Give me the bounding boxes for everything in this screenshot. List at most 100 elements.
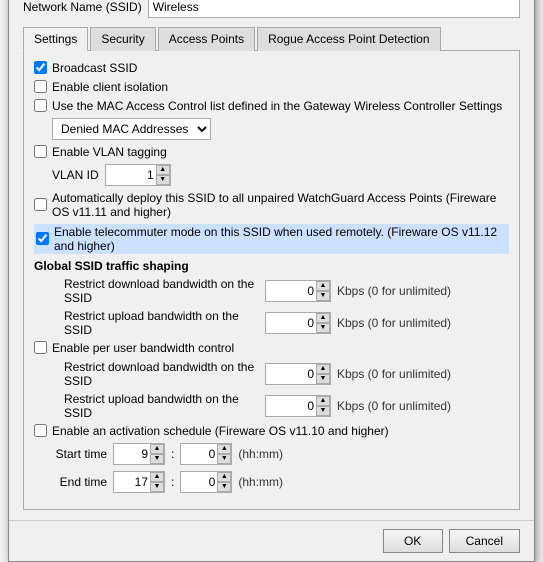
start-min-down-btn[interactable]: ▼ [217,454,231,464]
dialog-body: Network Name (SSID) Settings Security Ac… [9,0,534,520]
user-download-label: Restrict download bandwidth on the SSID [64,360,259,388]
user-upload-input[interactable] [266,396,316,416]
end-time-row: End time ▲ ▼ : ▲ ▼ (hh:mm) [52,471,509,493]
user-upload-btns: ▲ ▼ [316,396,330,416]
user-upload-spinner: ▲ ▼ [265,395,331,417]
user-download-down-btn[interactable]: ▼ [316,374,330,384]
vlan-id-row: VLAN ID ▲ ▼ [52,164,509,186]
user-upload-unit: Kbps (0 for unlimited) [337,399,451,413]
vlan-id-label: VLAN ID [52,168,99,182]
tab-security[interactable]: Security [90,27,155,51]
start-hour-up-btn[interactable]: ▲ [150,444,164,454]
auto-deploy-label: Automatically deploy this SSID to all un… [52,191,509,219]
telecommuter-label: Enable telecommuter mode on this SSID wh… [54,225,507,253]
vlan-spinner: ▲ ▼ [105,164,171,186]
ok-button[interactable]: OK [383,529,443,553]
vlan-spinner-btns: ▲ ▼ [156,165,170,185]
vlan-up-btn[interactable]: ▲ [156,165,170,175]
global-upload-row: Restrict upload bandwidth on the SSID ▲ … [64,309,509,337]
start-time-label: Start time [52,447,107,461]
end-time-label: End time [52,475,107,489]
network-name-label: Network Name (SSID) [23,0,142,14]
mac-access-row: Use the MAC Access Control list defined … [34,99,509,113]
start-hour-down-btn[interactable]: ▼ [150,454,164,464]
user-upload-down-btn[interactable]: ▼ [316,406,330,416]
start-min-up-btn[interactable]: ▲ [217,444,231,454]
start-min-btns: ▲ ▼ [217,444,231,464]
broadcast-ssid-row: Broadcast SSID [34,61,509,75]
broadcast-ssid-checkbox[interactable] [34,61,47,74]
end-min-input[interactable] [181,472,217,492]
global-upload-spinner: ▲ ▼ [265,312,331,334]
client-isolation-checkbox[interactable] [34,80,47,93]
global-upload-up-btn[interactable]: ▲ [316,313,330,323]
activation-schedule-row: Enable an activation schedule (Fireware … [34,424,509,438]
user-upload-row: Restrict upload bandwidth on the SSID ▲ … [64,392,509,420]
global-upload-input[interactable] [266,313,316,333]
auto-deploy-checkbox[interactable] [34,198,47,211]
activation-schedule-checkbox[interactable] [34,424,47,437]
global-download-spinner: ▲ ▼ [265,280,331,302]
global-upload-btns: ▲ ▼ [316,313,330,333]
vlan-down-btn[interactable]: ▼ [156,175,170,185]
user-download-up-btn[interactable]: ▲ [316,364,330,374]
start-hour-input[interactable] [114,444,150,464]
end-time-separator: : [171,475,174,489]
start-time-separator: : [171,447,174,461]
global-download-row: Restrict download bandwidth on the SSID … [64,277,509,305]
vlan-tagging-row: Enable VLAN tagging [34,145,509,159]
end-hour-down-btn[interactable]: ▼ [150,482,164,492]
global-download-up-btn[interactable]: ▲ [316,281,330,291]
mac-dropdown[interactable]: Denied MAC Addresses [52,118,211,140]
mac-access-checkbox[interactable] [34,99,47,112]
global-traffic-header: Global SSID traffic shaping [34,259,509,273]
global-upload-down-btn[interactable]: ▼ [316,323,330,333]
global-upload-label: Restrict upload bandwidth on the SSID [64,309,259,337]
tab-access-points[interactable]: Access Points [158,27,255,51]
start-time-unit: (hh:mm) [238,447,283,461]
mac-access-label: Use the MAC Access Control list defined … [52,99,502,113]
start-time-row: Start time ▲ ▼ : ▲ ▼ (hh:mm) [52,443,509,465]
tab-rogue[interactable]: Rogue Access Point Detection [257,27,440,51]
client-isolation-label: Enable client isolation [52,80,168,94]
per-user-bandwidth-row: Enable per user bandwidth control [34,341,509,355]
global-download-down-btn[interactable]: ▼ [316,291,330,301]
activation-schedule-label: Enable an activation schedule (Fireware … [52,424,389,438]
tab-settings[interactable]: Settings [23,27,88,51]
tab-content-settings: Broadcast SSID Enable client isolation U… [23,51,520,510]
tabs: Settings Security Access Points Rogue Ac… [23,26,520,51]
per-user-bandwidth-checkbox[interactable] [34,341,47,354]
user-download-spinner: ▲ ▼ [265,363,331,385]
end-min-up-btn[interactable]: ▲ [217,472,231,482]
per-user-bandwidth-label: Enable per user bandwidth control [52,341,234,355]
broadcast-ssid-label: Broadcast SSID [52,61,137,75]
start-min-spinner: ▲ ▼ [180,443,232,465]
vlan-id-input[interactable] [106,165,156,185]
user-download-btns: ▲ ▼ [316,364,330,384]
end-hour-up-btn[interactable]: ▲ [150,472,164,482]
client-isolation-row: Enable client isolation [34,80,509,94]
vlan-tagging-label: Enable VLAN tagging [52,145,167,159]
start-hour-btns: ▲ ▼ [150,444,164,464]
telecommuter-row: Enable telecommuter mode on this SSID wh… [34,224,509,254]
end-min-down-btn[interactable]: ▼ [217,482,231,492]
vlan-tagging-checkbox[interactable] [34,145,47,158]
user-upload-up-btn[interactable]: ▲ [316,396,330,406]
user-download-unit: Kbps (0 for unlimited) [337,367,451,381]
network-name-input[interactable] [148,0,520,18]
end-min-btns: ▲ ▼ [217,472,231,492]
end-hour-btns: ▲ ▼ [150,472,164,492]
end-hour-input[interactable] [114,472,150,492]
user-download-input[interactable] [266,364,316,384]
dialog-footer: OK Cancel [9,520,534,561]
auto-deploy-row: Automatically deploy this SSID to all un… [34,191,509,219]
telecommuter-checkbox[interactable] [36,232,49,245]
end-time-unit: (hh:mm) [238,475,283,489]
global-download-input[interactable] [266,281,316,301]
start-min-input[interactable] [181,444,217,464]
cancel-button[interactable]: Cancel [449,529,520,553]
global-download-label: Restrict download bandwidth on the SSID [64,277,259,305]
edit-ssid-dialog: W Edit SSID × Network Name (SSID) Settin… [8,0,535,562]
start-hour-spinner: ▲ ▼ [113,443,165,465]
global-download-btns: ▲ ▼ [316,281,330,301]
